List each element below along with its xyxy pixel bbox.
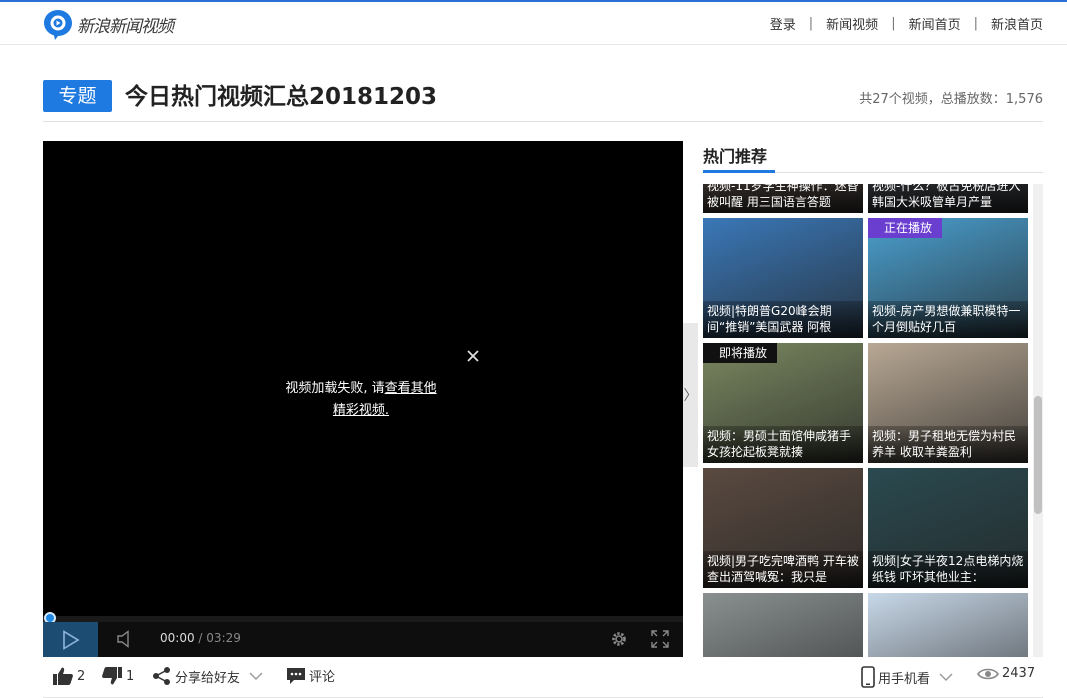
video-card-caption: 视频-11岁学生神操作：迷昏被叫醒 用三国语言答题 (703, 184, 863, 213)
play-icon (62, 629, 80, 650)
chevron-down-icon (939, 673, 953, 681)
video-card[interactable]: 视频|特朗普G20峰会期间“推销”美国武器 阿根 (703, 218, 863, 338)
featured-videos-link[interactable]: 精彩视频. (333, 403, 389, 418)
video-card-now-playing[interactable]: 正在播放 视频-房产男想做兼职模特一个月倒贴好几百 (868, 218, 1028, 338)
video-player[interactable]: 视频加载失败, 请查看其他 精彩视频. 00:00 / 03:29 (43, 141, 683, 657)
nav-login[interactable]: 登录 (770, 14, 796, 33)
error-text: 视频加载失败, 请 (285, 381, 385, 396)
recommend-list[interactable]: 视频-11岁学生神操作：迷昏被叫醒 用三国语言答题 视频-什么？板古免税店进入韩… (703, 184, 1043, 657)
video-card-caption: 视频-房产男想做兼职模特一个月倒贴好几百 (868, 301, 1028, 338)
share-label: 分享给好友 (175, 670, 241, 686)
video-card[interactable] (868, 593, 1028, 657)
video-card[interactable]: 视频-11岁学生神操作：迷昏被叫醒 用三国语言答题 (703, 184, 863, 213)
fullscreen-icon[interactable] (651, 630, 669, 648)
eye-icon (977, 668, 999, 679)
share-icon (153, 667, 170, 685)
thumbs-up-icon (53, 667, 73, 685)
recommend-title-underline (703, 170, 775, 173)
now-playing-tag: 正在播放 (868, 218, 943, 238)
dislike-count: 1 (126, 668, 135, 684)
load-error-message: 视频加载失败, 请查看其他 精彩视频. (271, 378, 451, 422)
video-card-up-next[interactable]: 即将播放 视频：男硕士面馆伸咸猪手 女孩抡起板凳就揍 (703, 343, 863, 463)
sina-eye-icon (44, 10, 72, 40)
video-card[interactable]: 视频|女子半夜12点电梯内烧纸钱 吓坏其他业主： (868, 468, 1028, 588)
nav-news-home[interactable]: 新闻首页 (909, 14, 961, 33)
site-header: 新浪新闻视频 登录 | 新闻视频 | 新闻首页 | 新浪首页 (0, 2, 1067, 45)
video-card-caption: 视频：男硕士面馆伸咸猪手 女孩抡起板凳就揍 (703, 426, 863, 463)
video-card-caption: 视频|女子半夜12点电梯内烧纸钱 吓坏其他业主： (868, 551, 1028, 588)
view-other-link[interactable]: 查看其他 (385, 381, 437, 396)
close-icon[interactable] (465, 348, 481, 364)
like-button[interactable]: 2 (52, 666, 85, 686)
video-card[interactable]: 视频|男子吃完啤酒鸭 开车被查出酒驾喊冤：我只是 (703, 468, 863, 588)
up-next-tag: 即将播放 (703, 343, 778, 363)
sidebar-collapse-handle[interactable]: 〉 (683, 323, 698, 467)
time-separator: / (198, 631, 203, 645)
nav-separator: | (808, 16, 814, 31)
comment-icon (287, 667, 305, 684)
chevron-down-icon (249, 672, 263, 680)
play-button[interactable] (43, 622, 98, 657)
watch-on-phone-label: 用手机看 (878, 671, 931, 687)
time-display: 00:00 / 03:29 (160, 631, 241, 645)
site-logo[interactable]: 新浪新闻视频 (43, 8, 174, 40)
video-card-caption: 视频-什么？板古免税店进入韩国大米吸管单月产量 (868, 184, 1028, 213)
nav-separator: | (891, 16, 896, 31)
topic-badge: 专题 (43, 80, 112, 112)
like-count: 2 (77, 668, 86, 684)
dislike-button[interactable]: 1 (101, 666, 134, 686)
video-card[interactable]: 视频-什么？板古免税店进入韩国大米吸管单月产量 (868, 184, 1028, 213)
share-button[interactable]: 分享给好友 (152, 666, 267, 686)
nav-separator: | (973, 16, 978, 31)
chevron-right-icon: 〉 (683, 388, 698, 404)
current-time: 00:00 (160, 631, 195, 645)
topic-title-row: 专题 今日热门视频汇总20181203 共27个视频，总播放数：1,576 (43, 79, 1043, 122)
volume-icon[interactable] (116, 630, 134, 648)
video-card-caption: 视频|特朗普G20峰会期间“推销”美国武器 阿根 (703, 301, 863, 338)
logo-text: 新浪新闻视频 (77, 16, 174, 37)
video-card-caption: 视频|男子吃完啤酒鸭 开车被查出酒驾喊冤：我只是 (703, 551, 863, 588)
nav-sina-home[interactable]: 新浪首页 (991, 14, 1043, 33)
thumbs-down-icon (102, 667, 122, 685)
view-count: 2437 (977, 666, 1035, 681)
play-stats: 共27个视频，总播放数：1,576 (859, 92, 1043, 107)
player-controls: 00:00 / 03:29 (43, 622, 683, 657)
video-card-caption: 视频：男子租地无偿为村民养羊 收取羊粪盈利 (868, 426, 1028, 463)
top-nav: 登录 | 新闻视频 | 新闻首页 | 新浪首页 (770, 14, 1043, 33)
page-title: 今日热门视频汇总20181203 (125, 84, 438, 110)
video-card[interactable] (703, 593, 863, 657)
mobile-phone-icon (861, 666, 875, 688)
recommend-title: 热门推荐 (703, 147, 768, 166)
recommend-scrollbar-thumb[interactable] (1034, 396, 1042, 514)
video-action-bar: 2 1 分享给好友 评论 用手机看 2437 (43, 657, 1043, 698)
video-card[interactable]: 视频：男子租地无偿为村民养羊 收取羊粪盈利 (868, 343, 1028, 463)
duration: 03:29 (206, 631, 241, 645)
comment-button[interactable]: 评论 (286, 666, 335, 685)
gear-icon[interactable] (609, 629, 629, 649)
watch-on-phone-button[interactable]: 用手机看 (861, 666, 957, 688)
view-count-value: 2437 (1002, 666, 1036, 681)
nav-news-video[interactable]: 新闻视频 (826, 14, 878, 33)
comment-label: 评论 (309, 670, 336, 685)
